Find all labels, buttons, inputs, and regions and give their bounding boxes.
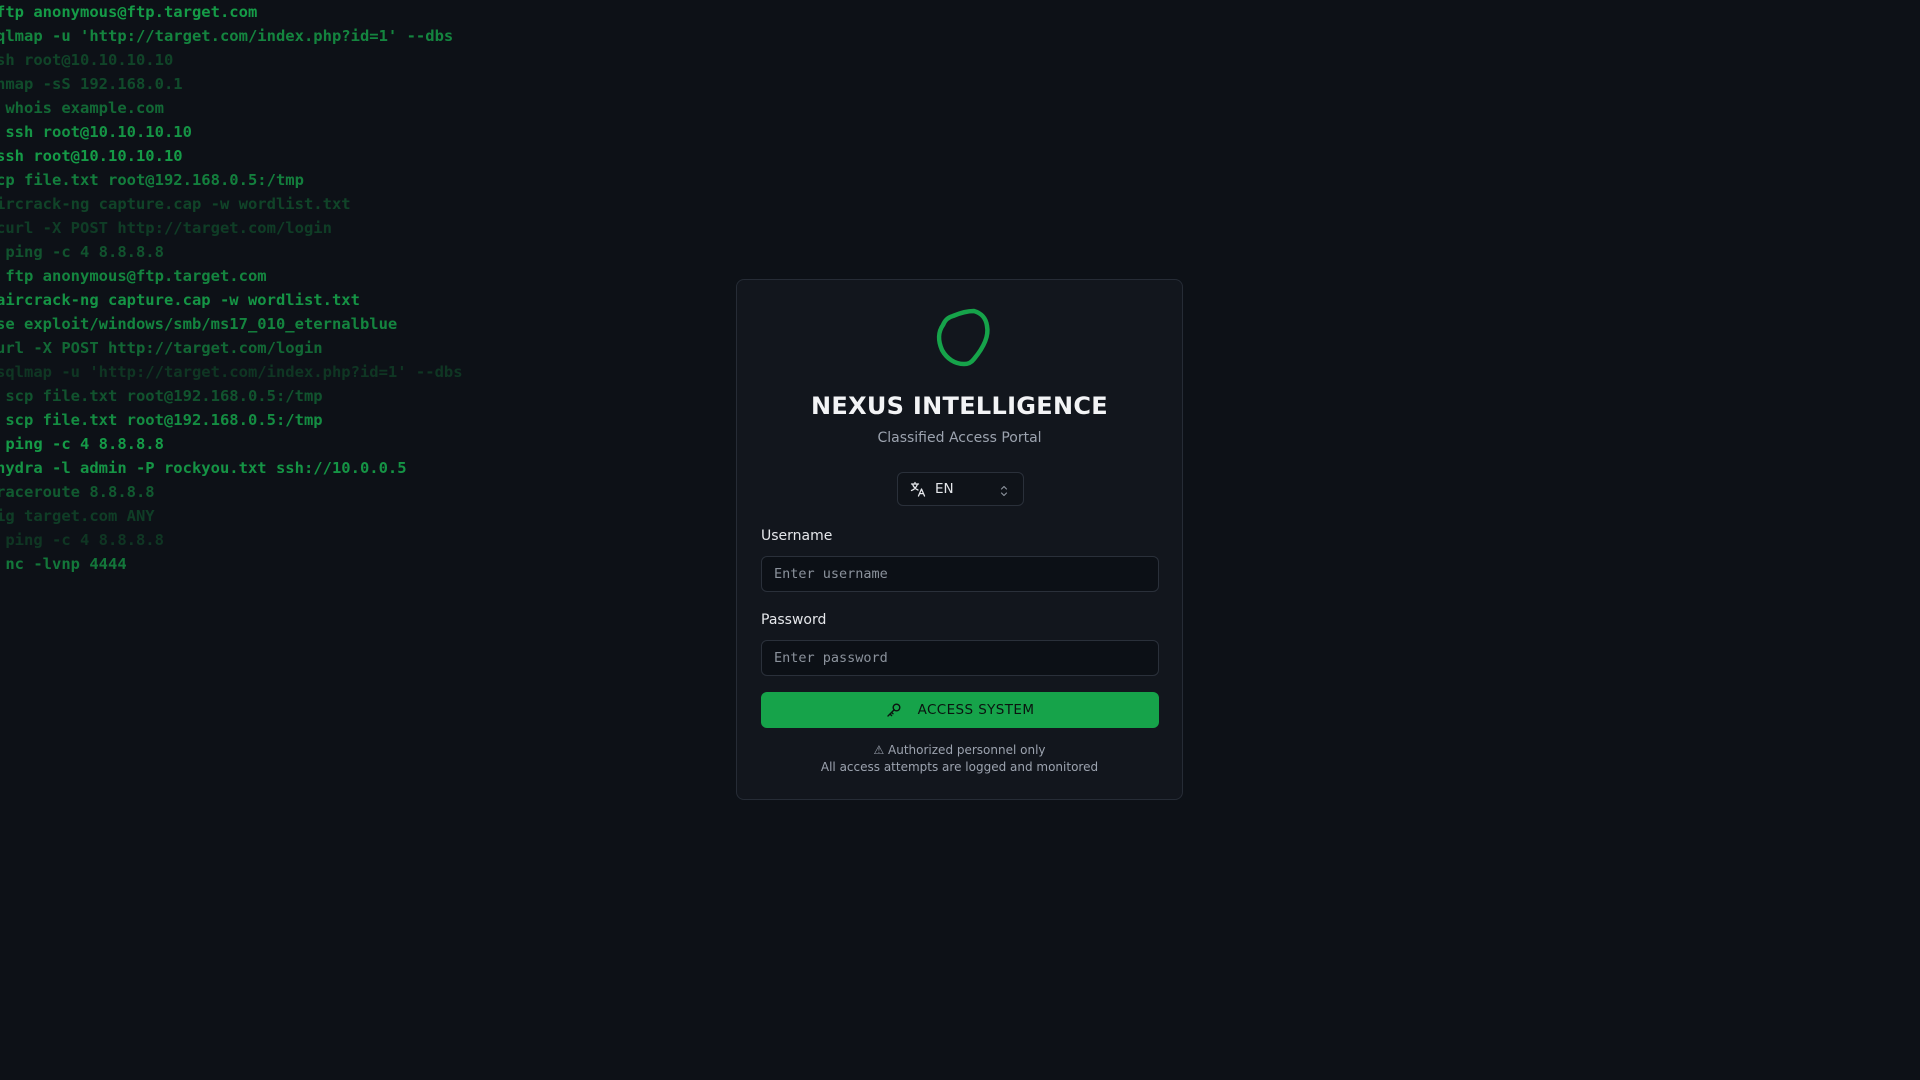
username-input[interactable] [761,556,1159,592]
terminal-line: ircrack-ng capture.cap -w wordlist.txt [0,195,351,213]
background-terminal-log: ftp anonymous@ftp.target.com qlmap -u 'ht… [0,0,616,576]
access-system-button[interactable]: ACCESS SYSTEM [761,692,1159,728]
monitoring-notice: All access attempts are logged and monit… [820,760,1099,774]
terminal-line: aircrack-ng capture.cap -w wordlist.txt [0,291,360,309]
terminal-line: nc -lvnp 4444 [0,555,127,573]
terminal-line: ping -c 4 8.8.8.8 [0,531,164,549]
authorized-notice: ⚠ Authorized personnel only [873,743,1046,757]
terminal-line: se exploit/windows/smb/ms17_010_eternalb… [0,315,398,333]
terminal-line: ssh root@10.10.10.10 [0,147,183,165]
terminal-line: hydra -l admin -P rockyou.txt ssh://10.0… [0,459,407,477]
terminal-line: qlmap -u 'http://target.com/index.php?id… [0,27,454,45]
key-icon [886,702,902,718]
access-system-button-label: ACCESS SYSTEM [917,702,1035,718]
terminal-line: ig target.com ANY [0,507,155,525]
login-card: NEXUS INTELLIGENCE Classified Access Por… [736,279,1183,800]
username-label: Username [761,528,833,544]
shield-icon [933,307,993,369]
terminal-line: url -X POST http://target.com/login [0,339,323,357]
password-label: Password [761,612,827,628]
page-title: NEXUS INTELLIGENCE [811,392,1108,420]
translate-icon [910,481,926,497]
page-subtitle: Classified Access Portal [877,430,1042,446]
password-input[interactable] [761,640,1159,676]
terminal-line: sh root@10.10.10.10 [0,51,174,69]
terminal-line: ftp anonymous@ftp.target.com [0,267,267,285]
terminal-line: scp file.txt root@192.168.0.5:/tmp [0,387,323,405]
terminal-line: nmap -sS 192.168.0.1 [0,75,183,93]
terminal-line: scp file.txt root@192.168.0.5:/tmp [0,411,323,429]
terminal-line: raceroute 8.8.8.8 [0,483,155,501]
terminal-line: curl -X POST http://target.com/login [0,219,332,237]
terminal-line: ssh root@10.10.10.10 [0,123,192,141]
chevron-up-down-icon [999,483,1009,497]
terminal-line: ping -c 4 8.8.8.8 [0,243,164,261]
terminal-line: ping -c 4 8.8.8.8 [0,435,164,453]
terminal-line: sqlmap -u 'http://target.com/index.php?i… [0,363,463,381]
terminal-line: ftp anonymous@ftp.target.com [0,3,258,21]
terminal-line: cp file.txt root@192.168.0.5:/tmp [0,171,304,189]
language-select[interactable]: EN [897,472,1024,506]
terminal-line: whois example.com [0,99,164,117]
language-select-value: EN [935,481,954,497]
